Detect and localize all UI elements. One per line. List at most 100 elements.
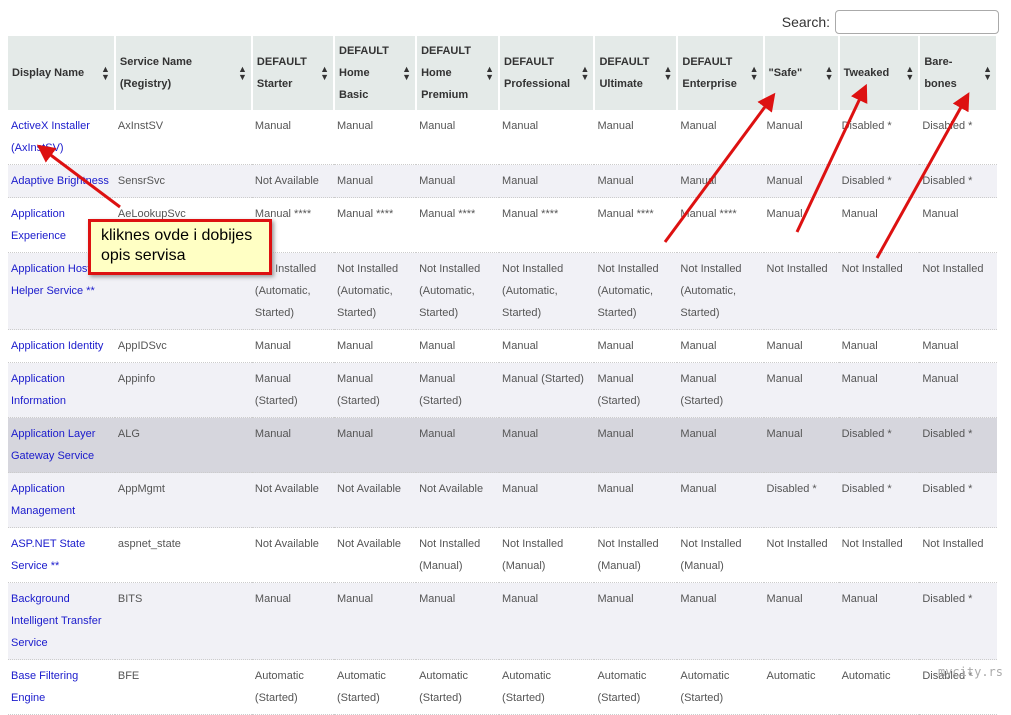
table-cell: Disabled *: [919, 110, 997, 165]
table-cell: Application Identity: [8, 329, 115, 363]
cell-value: Automatic (Started): [337, 670, 386, 704]
column-header[interactable]: DEFAULT Ultimate ▲ ▼: [594, 36, 679, 110]
table-cell: Manual: [594, 110, 678, 165]
cell-value: Manual (Started): [419, 373, 462, 407]
table-cell: Manual: [677, 329, 764, 363]
table-cell: Manual ****: [594, 197, 678, 253]
column-header[interactable]: DEFAULT Home Premium ▲ ▼: [416, 36, 501, 110]
table-cell: Application Layer Gateway Service: [8, 417, 115, 473]
sort-icon[interactable]: ▲ ▼: [402, 65, 411, 82]
table-cell: Not Available: [416, 472, 500, 528]
service-link[interactable]: Application Information: [11, 373, 66, 407]
cell-value: Not Installed: [841, 263, 903, 275]
sort-icon[interactable]: ▲ ▼: [905, 65, 914, 82]
column-header[interactable]: Display Name ▲ ▼: [8, 36, 116, 110]
table-cell: Manual: [763, 417, 839, 473]
cell-value: Manual: [680, 483, 717, 495]
sort-icon[interactable]: ▲ ▼: [750, 65, 759, 82]
table-cell: AppIDSvc: [114, 329, 252, 363]
table-cell: Not Installed (Manual): [677, 527, 764, 583]
cell-value: Manual: [419, 175, 456, 187]
table-cell: Manual: [334, 582, 417, 660]
sort-icon[interactable]: ▲ ▼: [485, 65, 494, 82]
column-header-label: "Safe": [768, 67, 803, 79]
cell-value: Manual: [254, 120, 291, 132]
cell-value: Manual: [841, 208, 878, 220]
cell-value: Not Installed (Automatic, Started): [680, 263, 742, 319]
cell-value: Manual: [337, 120, 374, 132]
sort-icon[interactable]: ▲ ▼: [825, 65, 834, 82]
table-row: Background Intelligent Transfer Service B…: [8, 582, 997, 660]
table-cell: Manual: [416, 164, 500, 198]
service-link[interactable]: Application Identity: [11, 340, 103, 352]
sort-icon[interactable]: ▲ ▼: [238, 65, 247, 82]
column-header[interactable]: "Safe" ▲ ▼: [763, 36, 840, 110]
cell-value: Manual (Started): [337, 373, 380, 407]
table-cell: BFE: [114, 659, 252, 715]
cell-value: Manual: [502, 428, 539, 440]
service-link[interactable]: Application Host Helper Service **: [11, 263, 95, 297]
table-cell: Not Installed (Automatic, Started): [499, 252, 595, 330]
table-cell: Manual: [677, 110, 764, 165]
cell-value: Not Available: [254, 538, 319, 550]
column-header[interactable]: DEFAULT Enterprise ▲ ▼: [677, 36, 765, 110]
table-cell: Automatic (Started): [416, 659, 500, 715]
column-header[interactable]: Service Name (Registry) ▲ ▼: [114, 36, 253, 110]
service-link[interactable]: Background Intelligent Transfer Service: [11, 593, 102, 649]
cell-value: Manual: [597, 428, 634, 440]
table-cell: Manual: [838, 582, 920, 660]
watermark: mycity.rs: [937, 665, 1003, 679]
table-cell: Manual ****: [334, 197, 417, 253]
service-link[interactable]: Base Filtering Engine: [11, 670, 78, 704]
sort-icon[interactable]: ▲ ▼: [101, 65, 110, 82]
service-link[interactable]: Application Experience: [11, 208, 66, 242]
table-cell: Not Available: [251, 527, 334, 583]
table-cell: Manual: [838, 329, 920, 363]
table-cell: Not Installed (Automatic, Started): [416, 252, 500, 330]
service-link[interactable]: Application Management: [11, 483, 75, 517]
sort-icon[interactable]: ▲ ▼: [663, 65, 672, 82]
table-cell: Manual: [838, 362, 920, 418]
cell-value: Disabled *: [922, 428, 973, 440]
cell-value: Disabled *: [766, 483, 817, 495]
column-header[interactable]: Bare-bones ▲ ▼: [919, 36, 998, 110]
column-header[interactable]: DEFAULT Home Basic ▲ ▼: [334, 36, 418, 110]
table-cell: BITS: [114, 582, 252, 660]
search-input[interactable]: [835, 10, 999, 34]
cell-value: Automatic (Started): [502, 670, 551, 704]
search-label: Search:: [781, 14, 830, 30]
sort-icon[interactable]: ▲ ▼: [581, 65, 590, 82]
table-cell: Automatic: [838, 659, 920, 715]
cell-value: Manual: [419, 120, 456, 132]
column-header[interactable]: DEFAULT Starter ▲ ▼: [251, 36, 336, 110]
table-cell: Not Installed: [838, 252, 920, 330]
column-header-label: Tweaked: [843, 67, 890, 79]
cell-value: Manual (Started): [680, 373, 724, 407]
service-link[interactable]: ActiveX Installer (AxInstSV): [11, 120, 90, 154]
table-cell: Manual: [838, 197, 920, 253]
column-header[interactable]: Tweaked ▲ ▼: [838, 36, 921, 110]
sort-icon[interactable]: ▲ ▼: [320, 65, 329, 82]
service-link[interactable]: Application Layer Gateway Service: [11, 428, 95, 462]
table-cell: Manual: [677, 582, 764, 660]
sort-icon[interactable]: ▲ ▼: [983, 65, 992, 82]
table-cell: Manual: [499, 110, 595, 165]
service-link[interactable]: Adaptive Brightness: [11, 175, 109, 187]
cell-value: Manual: [419, 340, 456, 352]
table-cell: Automatic (Started): [499, 659, 595, 715]
cell-value: Disabled *: [922, 120, 973, 132]
cell-value: Manual: [680, 175, 717, 187]
cell-value: Manual: [254, 593, 291, 605]
column-header-label: DEFAULT Enterprise: [682, 56, 737, 90]
column-header[interactable]: DEFAULT Professional ▲ ▼: [499, 36, 596, 110]
service-link[interactable]: ASP.NET State Service **: [11, 538, 85, 572]
cell-value: Manual ****: [337, 208, 394, 220]
cell-value: Manual: [922, 373, 959, 385]
table-cell: Not Installed (Manual): [499, 527, 595, 583]
cell-value: Manual: [922, 340, 959, 352]
table-cell: Manual ****: [499, 197, 595, 253]
table-cell: Manual: [594, 329, 678, 363]
cell-value: Manual: [766, 208, 803, 220]
table-cell: Manual: [251, 329, 334, 363]
table-cell: Manual (Started): [594, 362, 678, 418]
